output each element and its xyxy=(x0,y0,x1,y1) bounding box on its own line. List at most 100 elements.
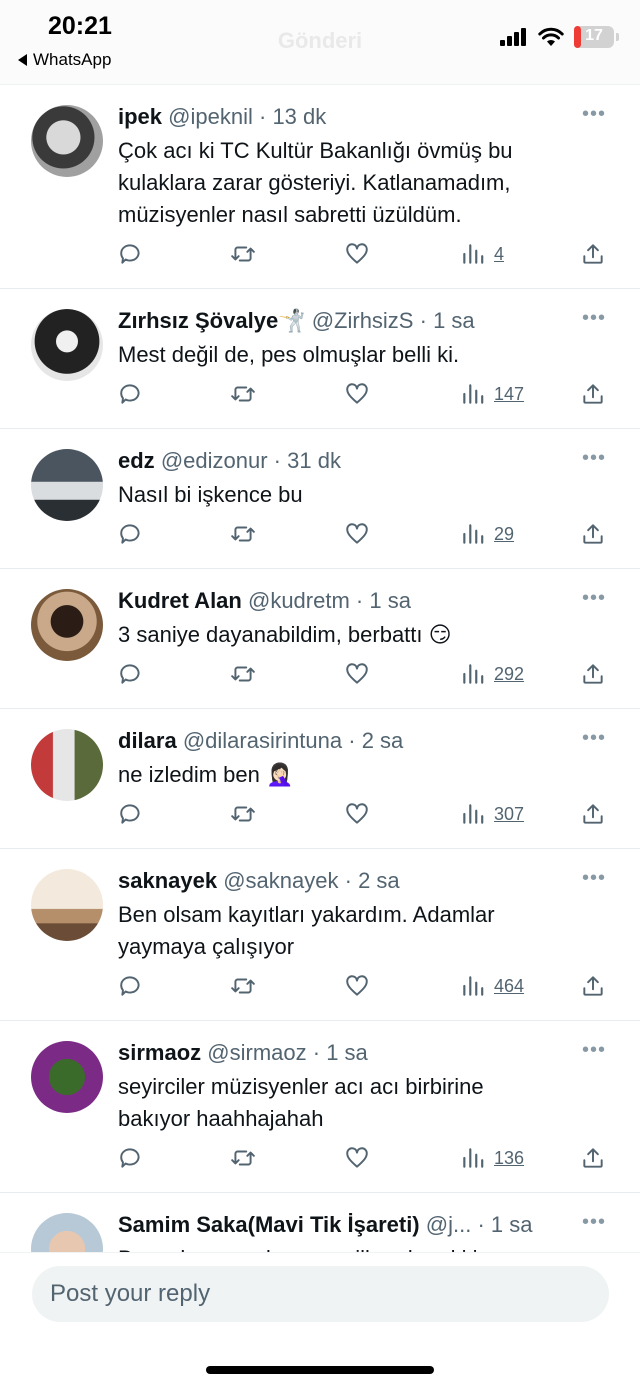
display-name[interactable]: Samim Saka(Mavi Tik İşareti) xyxy=(118,1212,420,1237)
tweet-reply[interactable]: dilara @dilarasirintuna · 2 sa ••• ne iz… xyxy=(0,709,640,849)
retweet-icon[interactable] xyxy=(230,240,256,268)
share-upload-icon[interactable] xyxy=(580,972,606,1000)
tweet-text-line: Ben olsam kayıtları yakardım. Adamlar xyxy=(118,902,495,927)
avatar[interactable] xyxy=(31,869,103,941)
views-count: 147 xyxy=(494,383,525,404)
display-name[interactable]: Kudret Alan xyxy=(118,588,242,613)
user-handle[interactable]: @kudretm xyxy=(248,588,350,613)
tweet-text: Basanlar sanadanman vill gadar aki i xyxy=(118,1243,600,1252)
user-handle[interactable]: @edizonur xyxy=(161,448,268,473)
share-upload-icon[interactable] xyxy=(580,240,606,268)
reply-bubble-icon[interactable] xyxy=(118,800,144,828)
views-count: 136 xyxy=(494,1147,525,1168)
heart-icon[interactable] xyxy=(344,1144,370,1172)
tweet-reply[interactable]: edz @edizonur · 31 dk ••• Nasıl bi işken… xyxy=(0,429,640,569)
avatar[interactable] xyxy=(31,309,103,381)
avatar[interactable] xyxy=(31,1041,103,1113)
more-dots-icon[interactable]: ••• xyxy=(582,104,606,124)
views-button[interactable]: 292 xyxy=(460,660,524,688)
display-name[interactable]: Zırhsız Şövalye🤺 xyxy=(118,308,306,333)
more-dots-icon[interactable]: ••• xyxy=(582,868,606,888)
reply-input[interactable]: Post your reply xyxy=(32,1266,609,1322)
tweet-time[interactable]: 31 dk xyxy=(287,448,341,473)
heart-icon[interactable] xyxy=(344,972,370,1000)
user-handle[interactable]: @dilarasirintuna xyxy=(183,728,342,753)
share-upload-icon[interactable] xyxy=(580,380,606,408)
display-name[interactable]: dilara xyxy=(118,728,177,753)
views-button[interactable]: 307 xyxy=(460,800,524,828)
tweet-reply[interactable]: saknayek @saknayek · 2 sa ••• Ben olsam … xyxy=(0,849,640,1021)
replies-feed[interactable]: ipek @ipeknil · 13 dk ••• Çok acı ki TC … xyxy=(0,85,640,1252)
avatar[interactable] xyxy=(31,1213,103,1252)
dot-separator: · xyxy=(348,728,356,753)
display-name[interactable]: saknayek xyxy=(118,868,217,893)
avatar[interactable] xyxy=(31,729,103,801)
views-bar-chart-icon xyxy=(463,1148,484,1168)
tweet-actions: 292 xyxy=(118,660,610,688)
heart-icon[interactable] xyxy=(344,520,370,548)
dot-separator: · xyxy=(312,1040,321,1065)
tweet-reply[interactable]: Samim Saka(Mavi Tik İşareti) @j... · 1 s… xyxy=(0,1193,640,1252)
retweet-icon[interactable] xyxy=(230,972,256,1000)
share-upload-icon[interactable] xyxy=(580,800,606,828)
dot-separator: · xyxy=(273,448,281,473)
retweet-icon[interactable] xyxy=(230,1144,256,1172)
views-bar-chart-icon xyxy=(463,664,484,684)
heart-icon[interactable] xyxy=(344,660,370,688)
reply-bubble-icon[interactable] xyxy=(118,972,144,1000)
reply-bubble-icon[interactable] xyxy=(118,1144,144,1172)
reply-bubble-icon[interactable] xyxy=(118,380,144,408)
views-button[interactable]: 147 xyxy=(460,380,524,408)
share-upload-icon[interactable] xyxy=(580,1144,606,1172)
more-dots-icon[interactable]: ••• xyxy=(582,728,606,748)
heart-icon[interactable] xyxy=(344,380,370,408)
share-upload-icon[interactable] xyxy=(580,520,606,548)
display-name[interactable]: edz xyxy=(118,448,155,473)
retweet-icon[interactable] xyxy=(230,800,256,828)
user-handle[interactable]: @ZirhsizS xyxy=(312,308,414,333)
dot-separator: · xyxy=(258,104,267,129)
tweet-reply[interactable]: sirmaoz @sirmaoz · 1 sa ••• seyirciler m… xyxy=(0,1021,640,1193)
tweet-time[interactable]: 1 sa xyxy=(433,308,475,333)
home-indicator[interactable] xyxy=(206,1366,434,1374)
more-dots-icon[interactable]: ••• xyxy=(582,448,606,468)
tweet-text: ne izledim ben 🤦🏻‍♀️ xyxy=(118,759,600,791)
heart-icon[interactable] xyxy=(344,800,370,828)
reply-bubble-icon[interactable] xyxy=(118,660,144,688)
tweet-time[interactable]: 2 sa xyxy=(358,868,400,893)
retweet-icon[interactable] xyxy=(230,660,256,688)
user-handle[interactable]: @ipeknil xyxy=(168,104,253,129)
more-dots-icon[interactable]: ••• xyxy=(582,1040,606,1060)
tweet-header: Zırhsız Şövalye🤺 @ZirhsizS · 1 sa xyxy=(118,307,570,335)
tweet-time[interactable]: 13 dk xyxy=(272,104,326,129)
views-button[interactable]: 29 xyxy=(460,520,514,548)
user-handle[interactable]: @sirmaoz xyxy=(207,1040,306,1065)
retweet-icon[interactable] xyxy=(230,520,256,548)
avatar[interactable] xyxy=(31,105,103,177)
avatar[interactable] xyxy=(31,589,103,661)
user-handle[interactable]: @j... xyxy=(426,1212,472,1237)
tweet-time[interactable]: 1 sa xyxy=(491,1212,533,1237)
more-dots-icon[interactable]: ••• xyxy=(582,308,606,328)
tweet-reply[interactable]: Zırhsız Şövalye🤺 @ZirhsizS · 1 sa ••• Me… xyxy=(0,289,640,429)
views-button[interactable]: 4 xyxy=(460,240,504,268)
tweet-reply[interactable]: ipek @ipeknil · 13 dk ••• Çok acı ki TC … xyxy=(0,85,640,289)
share-upload-icon[interactable] xyxy=(580,660,606,688)
tweet-time[interactable]: 1 sa xyxy=(369,588,411,613)
tweet-time[interactable]: 1 sa xyxy=(326,1040,368,1065)
views-button[interactable]: 464 xyxy=(460,972,524,1000)
more-dots-icon[interactable]: ••• xyxy=(582,588,606,608)
more-dots-icon[interactable]: ••• xyxy=(582,1212,606,1232)
reply-bubble-icon[interactable] xyxy=(118,520,144,548)
tweet-time[interactable]: 2 sa xyxy=(362,728,404,753)
display-name[interactable]: sirmaoz xyxy=(118,1040,201,1065)
avatar[interactable] xyxy=(31,449,103,521)
tweet-actions: 307 xyxy=(118,800,610,828)
display-name[interactable]: ipek xyxy=(118,104,162,129)
heart-icon[interactable] xyxy=(344,240,370,268)
user-handle[interactable]: @saknayek xyxy=(223,868,338,893)
views-button[interactable]: 136 xyxy=(460,1144,524,1172)
tweet-reply[interactable]: Kudret Alan @kudretm · 1 sa ••• 3 saniye… xyxy=(0,569,640,709)
retweet-icon[interactable] xyxy=(230,380,256,408)
reply-bubble-icon[interactable] xyxy=(118,240,144,268)
